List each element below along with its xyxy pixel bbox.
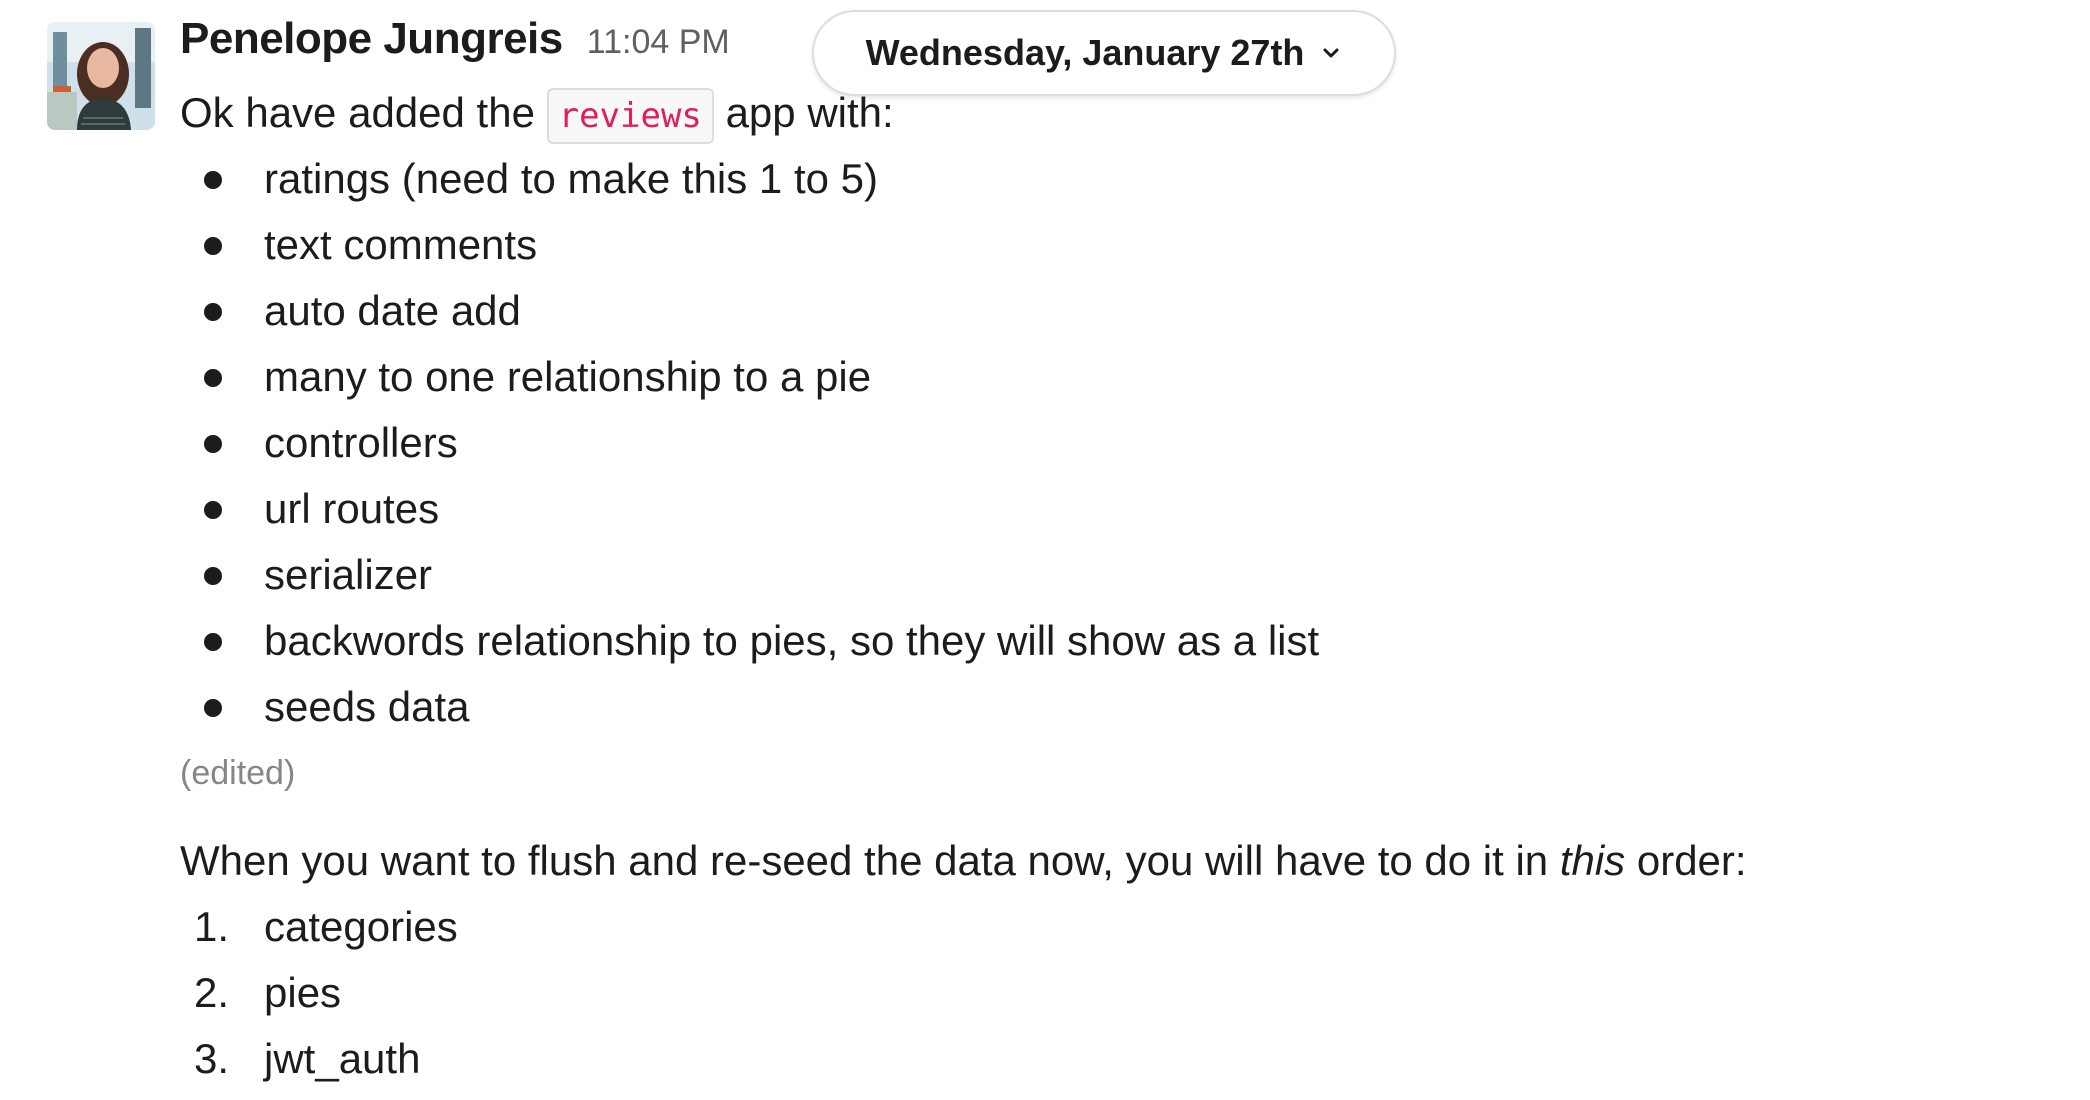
intro-text: Ok have added the (180, 89, 547, 136)
second-paragraph: When you want to flush and re-seed the d… (180, 828, 2060, 894)
timestamp[interactable]: 11:04 PM (587, 23, 730, 62)
list-item-text: serializer (264, 551, 433, 598)
list-item-text: jwt_auth (264, 1035, 421, 1082)
list-item: 3. jwt_auth (180, 1026, 2060, 1092)
list-item: text comments (180, 212, 2060, 278)
list-item-text: many to one relationship to a pie (264, 353, 872, 400)
avatar[interactable] (47, 22, 155, 130)
message-header: Penelope Jungreis 11:04 PM (180, 14, 730, 74)
list-item: 1. categories (180, 894, 2060, 960)
list-item-text: backwords relationship to pies, so they … (264, 617, 1320, 664)
date-divider-label: Wednesday, January 27th (865, 32, 1305, 73)
chevron-down-icon (1320, 42, 1342, 64)
message: Penelope Jungreis 11:04 PM Wednesday, Ja… (0, 0, 2090, 1100)
bullet-icon (204, 435, 222, 453)
list-item-text: auto date add (264, 287, 521, 334)
list-number: 1. (194, 903, 230, 950)
list-item: 2. pies (180, 960, 2060, 1026)
list-item-text: ratings (need to make this 1 to 5) (264, 155, 878, 202)
bullet-icon (204, 237, 222, 255)
list-item: url routes (180, 476, 2060, 542)
sender-name[interactable]: Penelope Jungreis (180, 14, 563, 64)
ordered-list: 1. categories 2. pies 3. jwt_auth (180, 894, 2060, 1092)
intro-text-end: app with: (713, 89, 894, 136)
bullet-icon (204, 171, 222, 189)
inline-code: reviews (546, 88, 714, 144)
message-body: Ok have added the reviews app with: rati… (180, 80, 2060, 1092)
list-item: auto date add (180, 278, 2060, 344)
bullet-icon (204, 633, 222, 651)
list-item: ratings (need to make this 1 to 5) (180, 146, 2060, 212)
bullet-icon (204, 501, 222, 519)
list-item: seeds data (180, 674, 2060, 740)
bullet-icon (204, 369, 222, 387)
list-number: 2. (194, 969, 230, 1016)
list-item-text: url routes (264, 485, 440, 532)
list-item: many to one relationship to a pie (180, 344, 2060, 410)
second-text-end: order: (1625, 837, 1747, 884)
intro-line: Ok have added the reviews app with: (180, 80, 2060, 146)
list-item-text: controllers (264, 419, 458, 466)
emphasis-text: this (1559, 837, 1626, 884)
list-item: controllers (180, 410, 2060, 476)
list-item-text: seeds data (264, 683, 470, 730)
bullet-icon (204, 303, 222, 321)
bullet-icon (204, 567, 222, 585)
list-number: 3. (194, 1035, 230, 1082)
bullet-list: ratings (need to make this 1 to 5) text … (180, 146, 2060, 740)
list-item-text: text comments (264, 221, 538, 268)
list-item: backwords relationship to pies, so they … (180, 608, 2060, 674)
edited-label: (edited) (180, 754, 296, 792)
list-item-text: categories (264, 903, 458, 950)
second-text: When you want to flush and re-seed the d… (180, 837, 1560, 884)
list-item-text: pies (264, 969, 342, 1016)
bullet-icon (204, 699, 222, 717)
list-item: serializer (180, 542, 2060, 608)
